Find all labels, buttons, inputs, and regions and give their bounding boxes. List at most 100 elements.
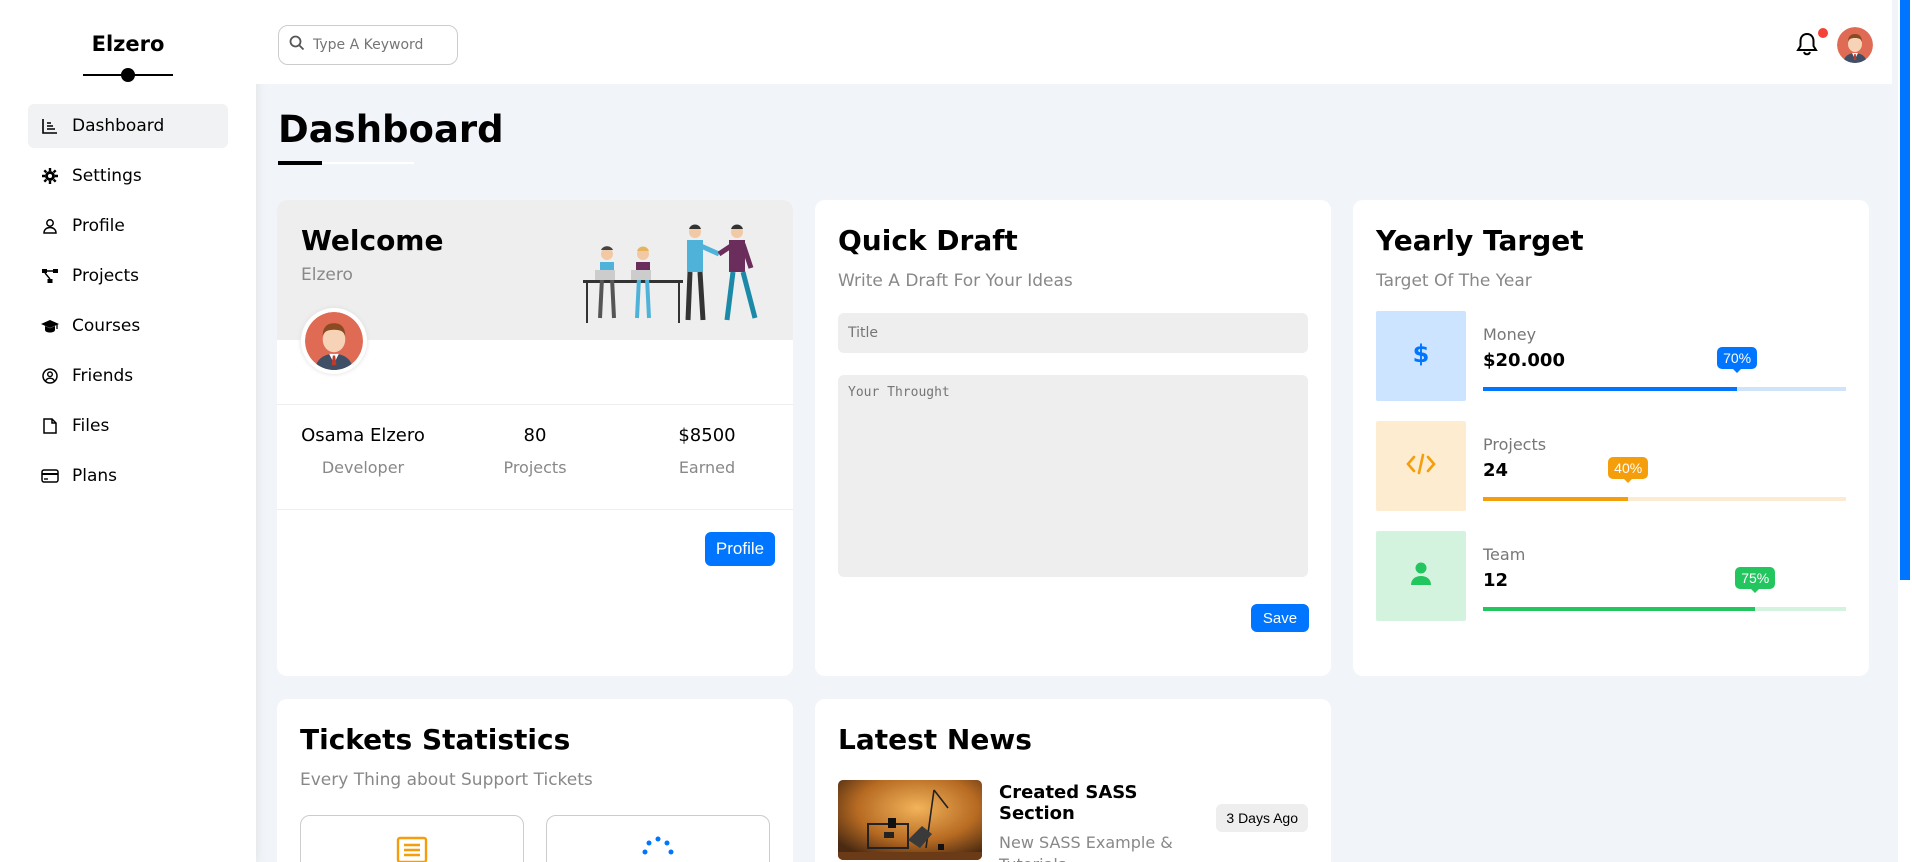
progress-percent: 40%	[1608, 457, 1649, 483]
target-icon-box	[1376, 421, 1466, 511]
target-row-money: $ Money $20.000 70%	[1376, 311, 1846, 401]
draft-body-textarea[interactable]	[838, 375, 1308, 577]
sidebar: Elzero Dashboard Settings Profile Projec…	[0, 0, 256, 862]
draft-title: Quick Draft	[838, 224, 1018, 257]
progress-track: 40%	[1483, 457, 1846, 501]
sidebar-item-files[interactable]: Files	[28, 404, 228, 448]
search-input[interactable]	[313, 37, 443, 53]
sidebar-item-label: Dashboard	[72, 116, 165, 136]
list-icon	[396, 836, 428, 862]
target-subtitle: Target Of The Year	[1376, 271, 1532, 291]
target-row-team: Team 12 75%	[1376, 531, 1846, 621]
target-label: Team	[1483, 545, 1526, 564]
code-icon	[1406, 453, 1436, 479]
target-value: $20.000	[1483, 350, 1565, 371]
chart-icon	[40, 116, 60, 136]
credit-card-icon	[40, 466, 60, 486]
stat-value: 80	[523, 425, 547, 446]
avatar[interactable]	[1837, 27, 1873, 63]
search-box[interactable]	[278, 25, 458, 65]
sidebar-item-friends[interactable]: Friends	[28, 354, 228, 398]
sidebar-item-label: Profile	[72, 216, 125, 236]
news-text: Created SASS Section New SASS Example & …	[999, 780, 1199, 862]
sidebar-item-settings[interactable]: Settings	[28, 154, 228, 198]
progress-percent: 75%	[1735, 567, 1776, 593]
page-title: Dashboard	[278, 108, 504, 151]
sidebar-item-label: Projects	[72, 266, 140, 286]
team-illustration	[583, 224, 758, 323]
diagram-icon	[40, 266, 60, 286]
tickets-card: Tickets Statistics Every Thing about Sup…	[277, 699, 793, 862]
progress-percent: 70%	[1717, 347, 1758, 373]
top-header	[256, 0, 1892, 84]
yearly-target-card: Yearly Target Target Of The Year $ Money…	[1353, 200, 1869, 676]
stat-earned: $8500 Earned	[627, 425, 787, 489]
scrollbar[interactable]	[1898, 0, 1912, 862]
target-icon-box: $	[1376, 311, 1466, 401]
sidebar-item-plans[interactable]: Plans	[28, 454, 228, 498]
stat-label: Projects	[503, 458, 567, 477]
draft-title-input[interactable]	[838, 313, 1308, 353]
stat-label: Earned	[678, 458, 736, 477]
stat-name: Osama Elzero Developer	[283, 425, 443, 489]
sidebar-item-label: Friends	[72, 366, 134, 386]
sidebar-nav: Dashboard Settings Profile Projects Cour…	[28, 104, 228, 498]
sidebar-item-dashboard[interactable]: Dashboard	[28, 104, 228, 148]
search-icon	[289, 35, 305, 55]
news-image	[838, 780, 982, 860]
target-body: Money $20.000 70%	[1483, 311, 1846, 401]
sidebar-item-label: Plans	[72, 466, 118, 486]
ticket-box-total	[300, 815, 524, 862]
tickets-title: Tickets Statistics	[300, 723, 571, 756]
news-item-title: Created SASS Section	[999, 782, 1138, 824]
bell-icon[interactable]	[1796, 32, 1818, 60]
welcome-card: Welcome Elzero Osama Elzero Developer 80…	[277, 200, 793, 676]
graduation-cap-icon	[40, 316, 60, 336]
sidebar-item-courses[interactable]: Courses	[28, 304, 228, 348]
target-label: Projects	[1483, 435, 1547, 454]
target-row-projects: Projects 24 40%	[1376, 421, 1846, 511]
save-button[interactable]: Save	[1251, 604, 1309, 632]
user-icon	[1410, 562, 1432, 590]
news-item[interactable]: Created SASS Section New SASS Example & …	[838, 780, 1308, 862]
welcome-stats: Osama Elzero Developer 80 Projects $8500…	[277, 404, 793, 510]
progress-fill: 75%	[1483, 567, 1776, 611]
ticket-box-pending	[546, 815, 770, 862]
sidebar-item-projects[interactable]: Projects	[28, 254, 228, 298]
user-icon	[40, 216, 60, 236]
news-item-desc: New SASS Example & Tutorials	[999, 833, 1173, 862]
news-date-badge: 3 Days Ago	[1216, 804, 1308, 832]
target-body: Projects 24 40%	[1483, 421, 1846, 511]
target-icon-box	[1376, 531, 1466, 621]
target-title: Yearly Target	[1376, 224, 1584, 257]
svg-text:$: $	[1413, 341, 1429, 367]
file-icon	[40, 416, 60, 436]
stat-value: $8500	[678, 425, 736, 446]
draft-subtitle: Write A Draft For Your Ideas	[838, 271, 1073, 291]
quick-draft-card: Quick Draft Write A Draft For Your Ideas…	[815, 200, 1331, 676]
stat-label: Developer	[321, 458, 405, 477]
tickets-subtitle: Every Thing about Support Tickets	[300, 770, 593, 790]
dollar-icon: $	[1413, 340, 1430, 371]
title-underline	[278, 161, 322, 165]
news-title: Latest News	[838, 723, 1032, 756]
profile-button[interactable]: Profile	[705, 532, 775, 566]
progress-fill: 40%	[1483, 457, 1649, 501]
notification-badge	[1818, 28, 1828, 38]
sidebar-item-label: Files	[72, 416, 110, 436]
progress-fill: 70%	[1483, 347, 1758, 391]
target-value: 12	[1483, 570, 1509, 591]
sidebar-item-profile[interactable]: Profile	[28, 204, 228, 248]
brand-divider	[83, 68, 173, 82]
spinner-icon	[642, 836, 674, 862]
target-body: Team 12 75%	[1483, 531, 1846, 621]
welcome-avatar	[301, 308, 367, 374]
scrollbar-thumb[interactable]	[1900, 0, 1910, 580]
stat-projects: 80 Projects	[455, 425, 615, 489]
target-label: Money	[1483, 325, 1537, 344]
progress-track: 75%	[1483, 567, 1846, 611]
sidebar-item-label: Courses	[72, 316, 141, 336]
gear-icon	[40, 166, 60, 186]
stat-value: Osama Elzero	[301, 425, 425, 446]
sidebar-item-label: Settings	[72, 166, 142, 186]
